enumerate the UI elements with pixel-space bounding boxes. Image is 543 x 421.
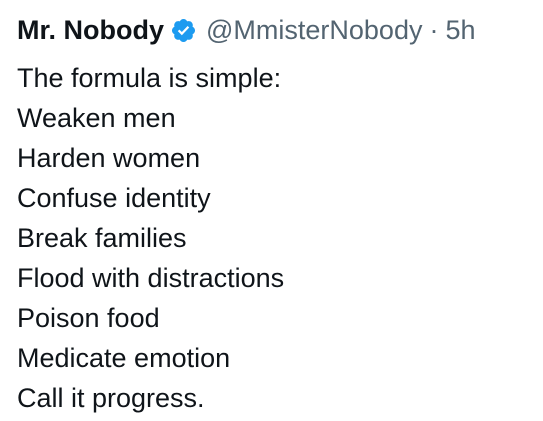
author-display-name[interactable]: Mr. Nobody <box>17 14 164 46</box>
tweet-line: Weaken men <box>17 103 176 133</box>
tweet-line: Poison food <box>17 303 160 333</box>
tweet-line: Call it progress. <box>17 383 205 413</box>
tweet: Mr. Nobody @MmisterNobody · 5h The formu… <box>0 0 543 421</box>
tweet-header: Mr. Nobody @MmisterNobody · 5h <box>17 14 543 46</box>
header-separator: · <box>429 15 439 45</box>
tweet-line: Flood with distractions <box>17 263 285 293</box>
tweet-timestamp[interactable]: 5h <box>445 14 475 46</box>
tweet-line: The formula is simple: <box>17 63 282 93</box>
tweet-text: The formula is simple: Weaken men Harden… <box>17 58 543 418</box>
author-handle[interactable]: @MmisterNobody <box>206 14 422 46</box>
tweet-line: Medicate emotion <box>17 343 231 373</box>
tweet-line: Confuse identity <box>17 183 211 213</box>
verified-badge-icon[interactable] <box>170 17 197 44</box>
tweet-line: Break families <box>17 223 187 253</box>
tweet-line: Harden women <box>17 143 201 173</box>
